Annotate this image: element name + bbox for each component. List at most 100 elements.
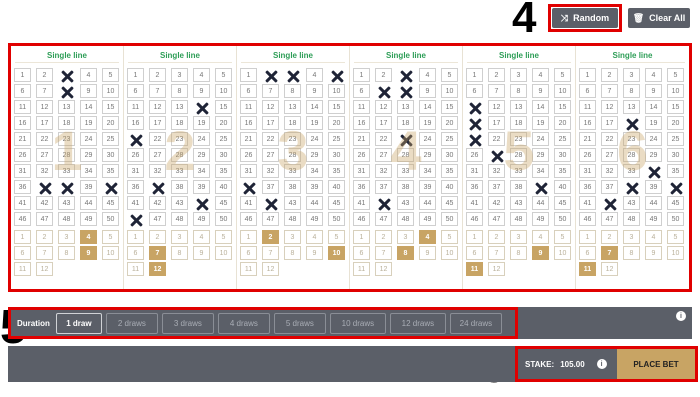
bonus-cell[interactable]: 5 (554, 230, 571, 244)
number-cell[interactable]: 36 (353, 180, 370, 194)
bonus-cell[interactable]: 4 (645, 230, 662, 244)
bonus-cell[interactable]: 5 (667, 230, 684, 244)
number-cell[interactable]: 42 (149, 196, 166, 210)
number-cell[interactable]: 1 (240, 68, 257, 82)
number-cell[interactable]: 17 (601, 116, 618, 130)
number-cell[interactable]: 16 (240, 116, 257, 130)
bonus-cell[interactable]: 8 (284, 246, 301, 260)
number-cell-selected[interactable]: 8 (58, 84, 75, 98)
number-cell[interactable]: 1 (579, 68, 596, 82)
number-cell[interactable]: 7 (149, 84, 166, 98)
number-cell[interactable]: 34 (306, 164, 323, 178)
number-cell[interactable]: 43 (58, 196, 75, 210)
number-cell[interactable]: 3 (623, 68, 640, 82)
number-cell[interactable]: 29 (193, 148, 210, 162)
bonus-cell[interactable]: 10 (441, 246, 458, 260)
number-cell[interactable]: 44 (532, 196, 549, 210)
bonus-cell[interactable]: 11 (353, 262, 370, 276)
number-cell[interactable]: 14 (80, 100, 97, 114)
number-cell-selected[interactable]: 38 (58, 180, 75, 194)
number-cell[interactable]: 31 (579, 164, 596, 178)
bonus-cell[interactable]: 11 (14, 262, 31, 276)
number-cell[interactable]: 13 (397, 100, 414, 114)
number-cell[interactable]: 47 (149, 212, 166, 226)
number-cell[interactable]: 6 (127, 84, 144, 98)
bonus-cell[interactable]: 6 (127, 246, 144, 260)
number-cell[interactable]: 23 (58, 132, 75, 146)
bonus-cell[interactable]: 6 (14, 246, 31, 260)
number-cell[interactable]: 17 (262, 116, 279, 130)
bonus-cell[interactable]: 1 (240, 230, 257, 244)
number-cell[interactable]: 16 (579, 116, 596, 130)
bonus-cell-selected[interactable]: 7 (601, 246, 618, 260)
number-cell-selected[interactable]: 3 (284, 68, 301, 82)
number-cell[interactable]: 26 (353, 148, 370, 162)
bonus-cell[interactable]: 1 (127, 230, 144, 244)
number-cell[interactable]: 31 (240, 164, 257, 178)
number-cell[interactable]: 45 (215, 196, 232, 210)
number-cell[interactable]: 44 (419, 196, 436, 210)
bonus-cell[interactable]: 9 (193, 246, 210, 260)
number-cell[interactable]: 31 (14, 164, 31, 178)
number-cell[interactable]: 31 (353, 164, 370, 178)
number-cell[interactable]: 20 (554, 116, 571, 130)
bonus-cell-selected[interactable]: 11 (579, 262, 596, 276)
number-cell[interactable]: 41 (353, 196, 370, 210)
bonus-cell[interactable]: 10 (102, 246, 119, 260)
number-cell-selected[interactable]: 7 (375, 84, 392, 98)
number-cell[interactable]: 4 (645, 68, 662, 82)
number-cell[interactable]: 50 (102, 212, 119, 226)
number-cell[interactable]: 50 (554, 212, 571, 226)
duration-option-button[interactable]: 24 draws (449, 312, 502, 334)
number-cell[interactable]: 49 (419, 212, 436, 226)
number-cell[interactable]: 49 (306, 212, 323, 226)
bonus-cell[interactable]: 7 (488, 246, 505, 260)
number-cell[interactable]: 18 (171, 116, 188, 130)
number-cell[interactable]: 26 (466, 148, 483, 162)
number-cell-selected[interactable]: 40 (667, 180, 684, 194)
number-cell[interactable]: 28 (284, 148, 301, 162)
number-cell[interactable]: 18 (510, 116, 527, 130)
number-cell[interactable]: 41 (466, 196, 483, 210)
number-cell[interactable]: 39 (645, 180, 662, 194)
number-cell[interactable]: 19 (645, 116, 662, 130)
place-bet-button[interactable]: PLACE BET (617, 349, 695, 379)
number-cell[interactable]: 2 (601, 68, 618, 82)
number-cell[interactable]: 14 (419, 100, 436, 114)
bonus-cell[interactable]: 5 (215, 230, 232, 244)
number-cell[interactable]: 34 (532, 164, 549, 178)
number-cell[interactable]: 25 (554, 132, 571, 146)
number-cell-selected[interactable]: 42 (262, 196, 279, 210)
number-cell-selected[interactable]: 21 (466, 132, 483, 146)
bonus-cell[interactable]: 2 (149, 230, 166, 244)
bonus-cell[interactable]: 11 (127, 262, 144, 276)
number-cell[interactable]: 20 (441, 116, 458, 130)
number-cell[interactable]: 41 (579, 196, 596, 210)
number-cell[interactable]: 25 (328, 132, 345, 146)
number-cell[interactable]: 17 (488, 116, 505, 130)
number-cell[interactable]: 43 (397, 196, 414, 210)
number-cell[interactable]: 12 (375, 100, 392, 114)
number-cell[interactable]: 2 (488, 68, 505, 82)
number-cell[interactable]: 20 (102, 116, 119, 130)
number-cell[interactable]: 5 (667, 68, 684, 82)
bonus-cell-selected[interactable]: 4 (80, 230, 97, 244)
number-cell[interactable]: 50 (215, 212, 232, 226)
bonus-cell[interactable]: 1 (14, 230, 31, 244)
number-cell[interactable]: 5 (102, 68, 119, 82)
number-cell[interactable]: 20 (215, 116, 232, 130)
bonus-cell-selected[interactable]: 8 (397, 246, 414, 260)
number-cell[interactable]: 47 (375, 212, 392, 226)
number-cell[interactable]: 21 (579, 132, 596, 146)
number-cell[interactable]: 29 (80, 148, 97, 162)
number-cell-selected[interactable]: 3 (58, 68, 75, 82)
clear-all-button[interactable]: 🗑 Clear All (628, 8, 690, 28)
number-cell[interactable]: 23 (171, 132, 188, 146)
number-cell[interactable]: 7 (488, 84, 505, 98)
number-cell[interactable]: 17 (375, 116, 392, 130)
number-cell[interactable]: 24 (193, 132, 210, 146)
number-cell[interactable]: 38 (510, 180, 527, 194)
bonus-cell[interactable]: 10 (667, 246, 684, 260)
number-cell[interactable]: 13 (623, 100, 640, 114)
number-cell[interactable]: 20 (667, 116, 684, 130)
